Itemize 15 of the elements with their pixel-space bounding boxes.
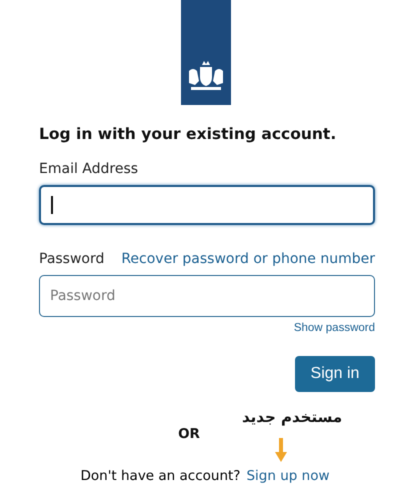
email-label: Email Address: [39, 161, 140, 177]
text-cursor: [51, 196, 52, 214]
no-account-text: Don't have an account?: [80, 468, 240, 484]
password-label: Password: [39, 251, 104, 267]
sign-up-link[interactable]: Sign up now: [246, 468, 330, 484]
recover-password-link[interactable]: Recover password or phone number: [121, 251, 375, 267]
show-password-link[interactable]: Show password: [294, 322, 375, 334]
email-field[interactable]: [39, 185, 375, 225]
password-field[interactable]: Password: [39, 275, 375, 317]
or-separator: OR: [178, 426, 200, 442]
coat-of-arms-icon: [187, 59, 225, 93]
down-arrow-icon: [275, 438, 287, 462]
login-heading: Log in with your existing account.: [39, 125, 338, 143]
annotation-text: مستخدم جديد: [242, 408, 342, 426]
sign-in-button[interactable]: Sign in: [295, 356, 375, 392]
